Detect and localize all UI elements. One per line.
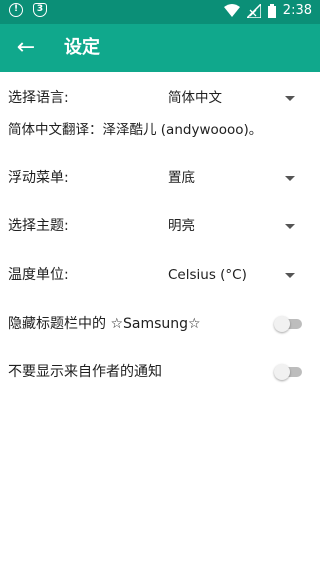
hide-samsung-setting[interactable]: 隐藏标题栏中的 ☆Samsung☆ — [0, 300, 320, 348]
back-arrow-icon[interactable]: ← — [14, 36, 38, 60]
floating-menu-value[interactable]: 置底 — [168, 154, 195, 202]
language-value[interactable]: 简体中文 — [168, 74, 222, 122]
theme-value[interactable]: 明亮 — [168, 202, 195, 250]
translation-credit: 简体中文翻译：泽泽酷儿 (andywoooo)。 — [8, 122, 263, 138]
hide-notifications-label: 不要显示来自作者的通知 — [8, 364, 162, 380]
hide-samsung-toggle[interactable] — [274, 316, 304, 332]
dropdown-arrow-icon[interactable] — [285, 176, 295, 181]
language-label: 选择语言: — [8, 90, 69, 106]
status-bar: ! 3 2:38 — [0, 0, 320, 24]
hide-notifications-toggle[interactable] — [274, 364, 304, 380]
battery-icon — [267, 3, 276, 18]
theme-setting[interactable]: 选择主题: 明亮 — [0, 202, 320, 250]
shield-icon: 3 — [33, 3, 47, 17]
dropdown-arrow-icon[interactable] — [285, 224, 295, 229]
dropdown-arrow-icon[interactable] — [285, 96, 295, 101]
temperature-setting[interactable]: 温度单位: Celsius (°C) — [0, 251, 320, 299]
status-left-icons: ! 3 — [9, 3, 47, 17]
toggle-thumb — [274, 316, 290, 332]
signal-icon — [246, 3, 261, 18]
wifi-icon — [223, 3, 240, 17]
floating-menu-label: 浮动菜单: — [8, 170, 69, 186]
language-setting[interactable]: 选择语言: 简体中文 — [0, 74, 320, 122]
app-bar: ← 设定 — [0, 24, 320, 72]
status-time: 2:38 — [282, 3, 312, 18]
floating-menu-setting[interactable]: 浮动菜单: 置底 — [0, 154, 320, 202]
temperature-label: 温度单位: — [8, 267, 69, 283]
hide-samsung-label: 隐藏标题栏中的 ☆Samsung☆ — [8, 316, 201, 332]
theme-label: 选择主题: — [8, 218, 69, 234]
temperature-value[interactable]: Celsius (°C) — [168, 251, 247, 299]
alert-icon: ! — [9, 3, 23, 17]
toggle-thumb — [274, 364, 290, 380]
dropdown-arrow-icon[interactable] — [285, 273, 295, 278]
hide-notifications-setting[interactable]: 不要显示来自作者的通知 — [0, 348, 320, 396]
page-title: 设定 — [64, 37, 100, 58]
status-right: 2:38 — [223, 3, 312, 18]
